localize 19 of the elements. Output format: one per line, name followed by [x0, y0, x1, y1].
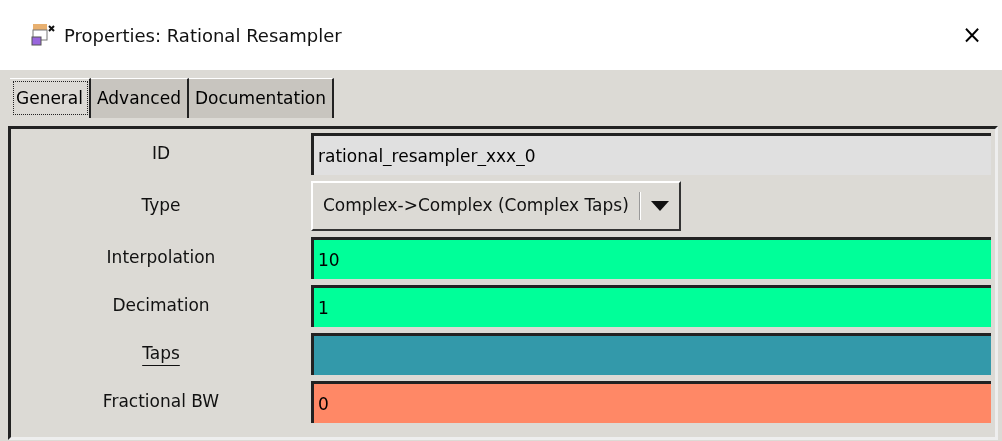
app-icon	[30, 23, 56, 47]
field-label: Taps	[141, 342, 181, 366]
field-label: Decimation	[111, 294, 211, 318]
input-field[interactable]: 1	[311, 285, 991, 327]
tab[interactable]: Documentation	[189, 78, 335, 118]
type-dropdown[interactable]: Complex->Complex (Complex Taps)	[311, 181, 681, 231]
input-field[interactable]: 10	[311, 237, 991, 279]
tab[interactable]: Advanced	[91, 78, 189, 118]
input-field[interactable]: rational_resampler_xxx_0	[311, 133, 991, 175]
input-field[interactable]: 0	[311, 381, 991, 423]
field-label: Type	[140, 194, 182, 218]
field-label: ID	[150, 142, 172, 166]
field-label: Interpolation	[105, 246, 217, 270]
dropdown-arrow-icon	[650, 201, 669, 211]
input-field[interactable]	[311, 333, 991, 375]
tab[interactable]: General	[10, 78, 91, 118]
field-label: Fractional BW	[101, 390, 221, 414]
close-button[interactable]: ×	[955, 23, 988, 47]
window-title: Properties: Rational Resampler	[64, 23, 343, 48]
